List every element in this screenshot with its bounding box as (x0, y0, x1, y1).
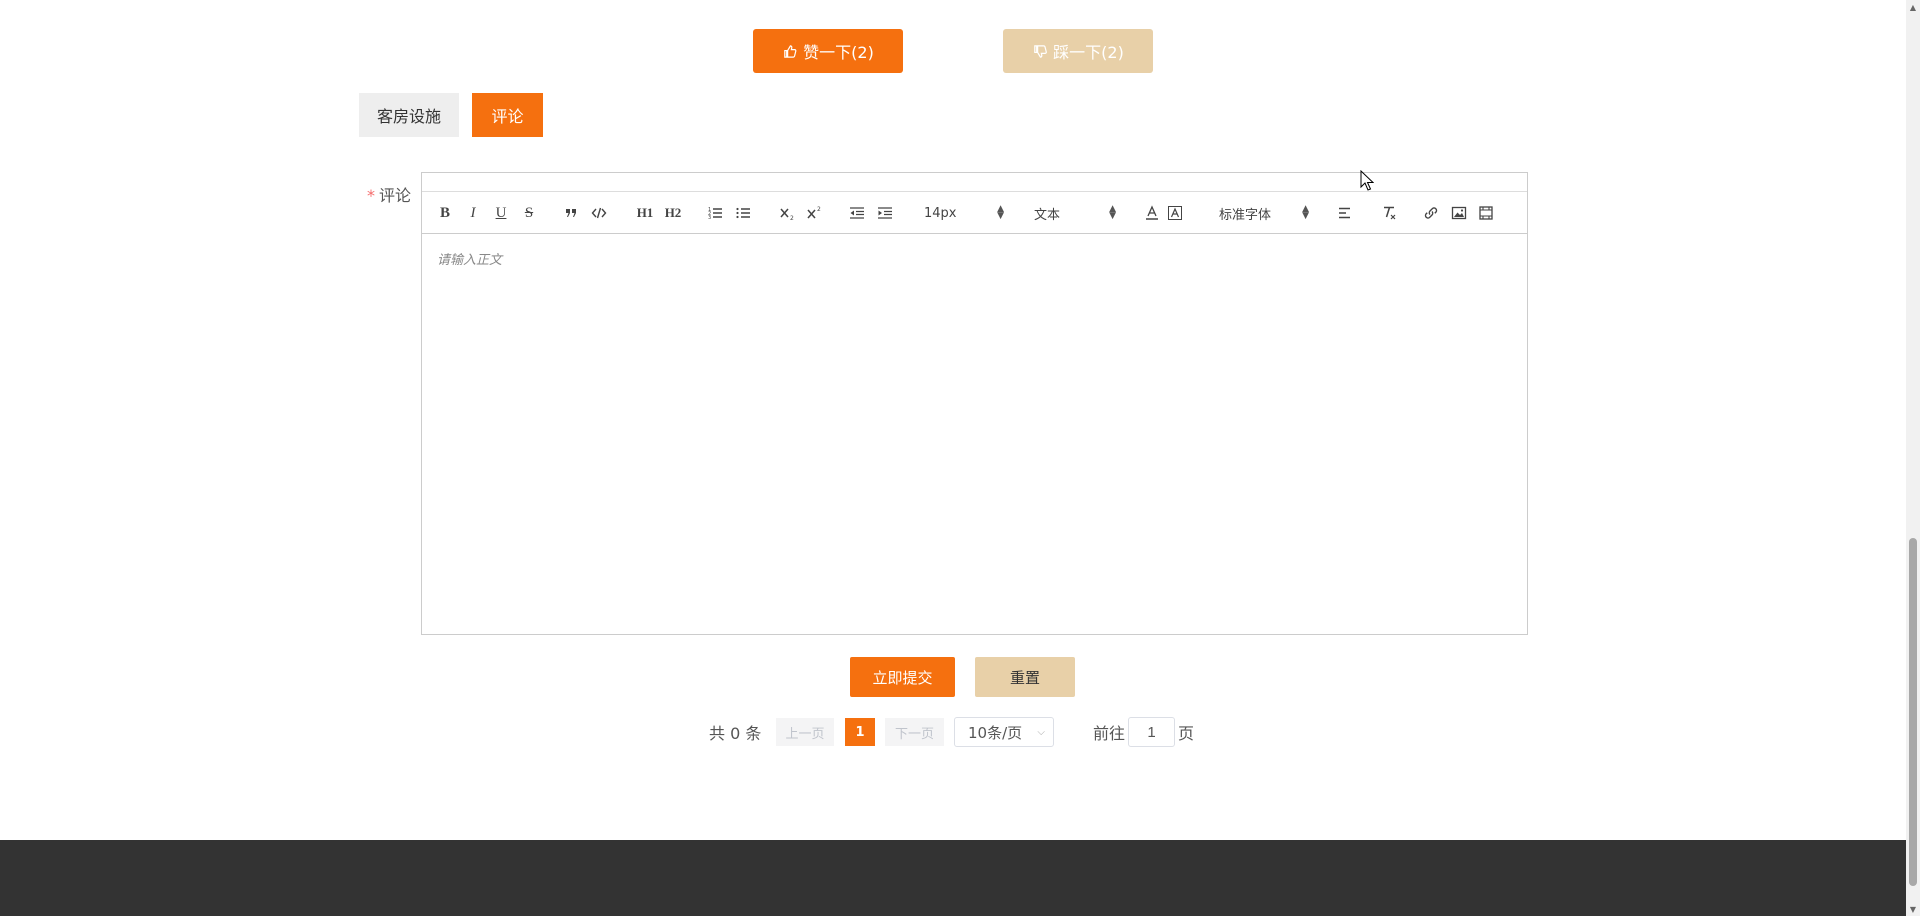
heading2-icon[interactable]: H2 (661, 200, 685, 226)
heading2-label: H2 (664, 205, 682, 220)
ordered-list-icon[interactable]: 123 (705, 200, 725, 226)
bold-icon[interactable]: B (435, 200, 455, 226)
align-left-icon[interactable] (1335, 200, 1355, 226)
like-button[interactable]: 赞一下(2) (753, 29, 903, 73)
select-arrows-icon: ▲ ▼ (997, 204, 1004, 221)
pagination-jump-prefix: 前往 (1093, 718, 1125, 746)
page-number-label: 1 (855, 724, 865, 740)
pagination-total-text: 共 0 条 (709, 724, 762, 743)
heading1-icon[interactable]: H1 (633, 200, 657, 226)
pagination-total: 共 0 条 (709, 718, 761, 746)
tab-room-facilities[interactable]: 客房设施 (359, 93, 459, 137)
blockquote-icon[interactable] (561, 200, 581, 226)
editor-placeholder: 请输入正文 (437, 253, 503, 268)
editor-toolbar: B I U S H1 H2 123 2 2 14px ▲ ▼ 文本 ▲ ▼ 标准… (422, 192, 1527, 234)
background-color-icon[interactable] (1165, 200, 1185, 226)
font-family-select[interactable]: 标准字体 ▲ ▼ (1205, 200, 1313, 226)
prev-page-button[interactable]: 上一页 (776, 718, 834, 746)
underline-icon[interactable]: U (491, 200, 511, 226)
next-page-label: 下一页 (894, 726, 934, 742)
superscript-icon[interactable]: 2 (803, 200, 825, 226)
thumbs-down-icon (1034, 44, 1048, 58)
mouse-cursor-icon (1360, 170, 1374, 191)
strikethrough-icon[interactable]: S (519, 200, 539, 226)
clear-format-icon[interactable] (1378, 200, 1400, 226)
prev-page-label: 上一页 (785, 726, 825, 742)
vertical-scrollbar[interactable]: ▲ ▼ (1906, 0, 1920, 916)
outdent-icon[interactable] (847, 200, 867, 226)
dislike-label: 踩一下(2) (1053, 43, 1124, 62)
required-mark: * (367, 186, 375, 205)
page-size-select[interactable]: 10条/页 ⌵ (954, 717, 1054, 747)
tab-label: 客房设施 (376, 107, 441, 126)
svg-text:2: 2 (790, 215, 794, 221)
tab-label: 评论 (491, 107, 524, 126)
select-arrows-icon: ▲ ▼ (1109, 204, 1116, 221)
next-page-button[interactable]: 下一页 (885, 718, 944, 746)
comment-field-label: * 评论 (367, 182, 411, 206)
link-icon[interactable] (1421, 200, 1441, 226)
scroll-up-arrow-icon[interactable]: ▲ (1906, 0, 1920, 14)
svg-text:2: 2 (817, 206, 821, 213)
heading1-label: H1 (636, 205, 654, 220)
font-family-value: 标准字体 (1219, 207, 1272, 223)
dislike-button[interactable]: 踩一下(2) (1003, 29, 1153, 73)
jump-prefix-text: 前往 (1093, 724, 1126, 743)
subscript-icon[interactable]: 2 (776, 200, 798, 226)
submit-button[interactable]: 立即提交 (850, 657, 955, 697)
scrollbar-thumb[interactable] (1909, 538, 1917, 886)
scroll-down-arrow-icon[interactable]: ▼ (1906, 902, 1920, 916)
select-arrows-icon: ▲ ▼ (1302, 204, 1309, 221)
font-size-select[interactable]: 14px ▲ ▼ (910, 200, 1008, 226)
rich-text-editor: B I U S H1 H2 123 2 2 14px ▲ ▼ 文本 ▲ ▼ 标准… (421, 172, 1528, 635)
page-footer (0, 840, 1906, 916)
reset-button[interactable]: 重置 (975, 657, 1075, 697)
tab-comment[interactable]: 评论 (472, 93, 543, 137)
header-type-value: 文本 (1034, 207, 1061, 223)
reset-label: 重置 (1009, 668, 1040, 687)
header-type-select[interactable]: 文本 ▲ ▼ (1020, 200, 1120, 226)
image-icon[interactable] (1449, 200, 1469, 226)
page-jump-input[interactable] (1128, 717, 1175, 747)
font-color-icon[interactable] (1142, 200, 1162, 226)
pagination-jump-suffix: 页 (1178, 718, 1194, 746)
editor-content-area[interactable]: 请输入正文 (422, 235, 1527, 634)
page-size-value: 10条/页 (968, 723, 1023, 742)
code-block-icon[interactable] (589, 200, 609, 226)
page-number-current[interactable]: 1 (845, 718, 875, 746)
italic-icon[interactable]: I (463, 200, 483, 226)
chevron-down-icon: ⌵ (1037, 726, 1045, 738)
like-label: 赞一下(2) (803, 43, 874, 62)
bullet-list-icon[interactable] (733, 200, 753, 226)
thumbs-up-icon (784, 44, 797, 58)
font-size-value: 14px (924, 205, 957, 221)
submit-label: 立即提交 (872, 668, 933, 687)
indent-icon[interactable] (875, 200, 895, 226)
jump-suffix-text: 页 (1178, 724, 1195, 743)
video-icon[interactable] (1476, 200, 1496, 226)
comment-label-text: 评论 (379, 186, 412, 205)
svg-text:3: 3 (708, 215, 711, 221)
